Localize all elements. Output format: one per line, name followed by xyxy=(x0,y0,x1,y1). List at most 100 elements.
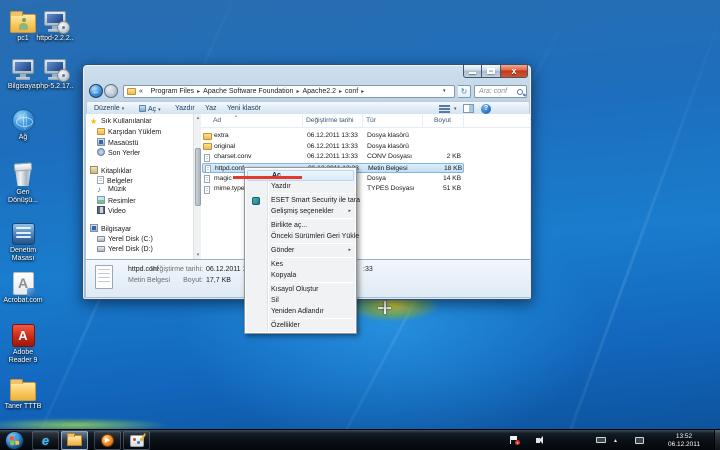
volume-icon[interactable] xyxy=(536,438,540,443)
sidebar-item-desktop[interactable]: Masaüstü xyxy=(97,138,138,147)
search-icon[interactable] xyxy=(517,89,523,95)
sidebar-item-recent-places[interactable]: Son Yerler xyxy=(97,148,140,157)
computer-icon xyxy=(90,224,98,232)
open-button[interactable]: Aç▾ xyxy=(139,105,161,113)
sidebar-section-libraries[interactable]: Kitaplıklar xyxy=(90,166,132,175)
clock-time: 13:52 xyxy=(664,433,704,441)
folder-icon xyxy=(203,143,212,150)
sidebar-item-local-disk-d[interactable]: Yerel Disk (D:) xyxy=(97,245,153,253)
installer-icon xyxy=(43,59,67,81)
views-dropdown-icon[interactable]: ▾ xyxy=(452,105,457,112)
refresh-button[interactable]: ↻ xyxy=(458,85,471,98)
search-input[interactable]: Ara: conf xyxy=(474,85,527,98)
back-button[interactable]: ← xyxy=(89,84,103,98)
file-row-extra[interactable]: extra06.12.2011 13:33Dosya klasörü xyxy=(202,131,464,142)
views-button[interactable] xyxy=(439,105,450,113)
menu-item-restore-previous-versions[interactable]: Önceki Sürümleri Geri Yükle xyxy=(245,231,356,242)
sidebar-item-music[interactable]: ♪Müzik xyxy=(97,186,126,194)
preview-pane-button[interactable] xyxy=(463,104,474,113)
taskbar-clock[interactable]: 13:52 06.12.2011 xyxy=(664,433,704,448)
paint-icon xyxy=(130,435,144,447)
start-button[interactable] xyxy=(5,431,24,450)
menu-item-cut[interactable]: Kes xyxy=(245,259,356,270)
menu-item-create-shortcut[interactable]: Kısayol Oluştur xyxy=(245,284,356,295)
desktop-icon-acrobat-com[interactable]: A Acrobat.com xyxy=(6,268,40,305)
file-icon xyxy=(204,154,210,162)
library-icon xyxy=(90,166,98,174)
desktop-icon-network[interactable]: Ağ xyxy=(6,105,40,142)
breadcrumb-segment[interactable]: conf xyxy=(345,88,358,95)
address-dropdown-icon[interactable]: ▾ xyxy=(443,88,446,94)
details-size-value: 17,7 KB xyxy=(206,277,231,284)
menu-item-delete[interactable]: Sil xyxy=(245,295,356,306)
column-header-date[interactable]: Değiştirme tarihi xyxy=(306,117,353,124)
address-bar[interactable]: « Program Files ▸ Apache Software Founda… xyxy=(123,85,455,98)
search-value: Ara: conf xyxy=(479,88,507,95)
sidebar-item-documents[interactable]: Belgeler xyxy=(97,176,133,185)
desktop-icon-httpd-installer[interactable]: httpd-2.2.2.. xyxy=(38,6,72,43)
menu-item-properties[interactable]: Özellikler xyxy=(245,320,356,331)
taskbar-paint-button[interactable] xyxy=(123,431,150,450)
menu-item-open-with[interactable]: Birlikte aç... xyxy=(245,220,356,231)
menu-item-rename[interactable]: Yeniden Adlandır xyxy=(245,306,356,317)
menu-item-eset-scan[interactable]: ESET Smart Security ile tara xyxy=(245,195,356,206)
keyboard-tray-icon[interactable] xyxy=(596,437,606,443)
breadcrumb-segment[interactable]: Apache2.2 xyxy=(302,88,335,95)
close-button[interactable]: x xyxy=(501,65,528,78)
taskbar-windows-explorer-button[interactable] xyxy=(61,431,88,450)
show-hidden-icons[interactable]: ▲ xyxy=(613,438,618,444)
burn-button[interactable]: Yaz xyxy=(205,105,217,112)
sidebar-item-video[interactable]: Video xyxy=(97,206,126,215)
column-header-type[interactable]: Tür xyxy=(366,117,376,124)
command-bar: Düzenle▾ Aç▾ Yazdır Yaz Yeni klasör ▾ ? xyxy=(86,101,530,115)
desktop-icon-control-panel[interactable]: Denetim Masası xyxy=(6,218,40,262)
action-center-icon[interactable]: x xyxy=(510,436,518,444)
menu-item-advanced-options[interactable]: Gelişmiş seçenekler▸ xyxy=(245,206,356,217)
column-header-size[interactable]: Boyut xyxy=(434,117,451,124)
sidebar-item-pictures[interactable]: Resimler xyxy=(97,196,136,205)
desktop-icon-label: Acrobat.com xyxy=(1,297,45,305)
show-desktop-button[interactable] xyxy=(714,430,720,450)
shared-folder-icon xyxy=(10,14,36,33)
sidebar-section-computer[interactable]: Bilgisayar xyxy=(90,224,131,233)
file-row-original[interactable]: original06.12.2011 13:33Dosya klasörü xyxy=(202,142,464,153)
breadcrumb-segment[interactable]: Program Files xyxy=(151,88,195,95)
help-button[interactable]: ? xyxy=(481,104,491,114)
breadcrumb-overflow[interactable]: « xyxy=(139,88,143,95)
sidebar-item-downloads[interactable]: Karşıdan Yüklem xyxy=(97,128,161,136)
sidebar-section-favorites[interactable]: ★Sık Kullanılanlar xyxy=(90,118,152,126)
taskbar-media-player-button[interactable]: ▶ xyxy=(94,431,121,450)
menu-separator xyxy=(271,257,354,258)
file-icon xyxy=(204,186,210,194)
taskbar-internet-explorer-button[interactable]: e xyxy=(32,431,59,450)
desktop: pc1 httpd-2.2.2.. Bilgisayar php-5.2.17.… xyxy=(0,0,720,450)
internet-explorer-icon: e xyxy=(42,433,49,448)
desktop-icon-label: Adobe Reader 9 xyxy=(1,349,45,364)
forward-button[interactable]: → xyxy=(104,84,118,98)
desktop-icon-label: Denetim Masası xyxy=(6,247,40,262)
network-tray-icon[interactable] xyxy=(635,437,644,444)
maximize-button[interactable] xyxy=(482,65,501,78)
breadcrumb-segment[interactable]: Apache Software Foundation xyxy=(203,88,293,95)
desktop-icon-recycle-bin[interactable]: Geri Dönüşü... xyxy=(6,160,40,204)
minimize-button[interactable] xyxy=(463,65,482,78)
sidebar-scrollbar[interactable]: ▴ ▾ xyxy=(193,114,201,259)
folder-icon xyxy=(203,133,212,140)
desktop-icon-php-installer[interactable]: php-5.2.17.. xyxy=(38,54,72,91)
desktop-icon-adobe-reader[interactable]: A Adobe Reader 9 xyxy=(6,320,40,364)
sidebar-item-local-disk-c[interactable]: Yerel Disk (C:) xyxy=(97,235,153,243)
breadcrumb-separator-icon: ▸ xyxy=(296,88,299,95)
file-row-charset-conv[interactable]: charset.conv06.12.2011 13:33CONV Dosyası… xyxy=(202,152,464,163)
menu-item-print[interactable]: Yazdır xyxy=(245,181,356,192)
breadcrumb-separator-icon: ▸ xyxy=(197,88,200,95)
menu-separator xyxy=(271,193,354,194)
print-button[interactable]: Yazdır xyxy=(175,105,195,112)
acrobat-icon: A xyxy=(13,272,34,295)
menu-item-send-to[interactable]: Gönder▸ xyxy=(245,245,356,256)
desktop-icon-taner-folder[interactable]: Taner TTTB xyxy=(6,374,40,411)
new-folder-button[interactable]: Yeni klasör xyxy=(227,105,261,112)
column-header-name[interactable]: Ad xyxy=(213,117,221,124)
menu-item-copy[interactable]: Kopyala xyxy=(245,270,356,281)
film-icon xyxy=(97,206,105,214)
organize-button[interactable]: Düzenle▾ xyxy=(94,105,124,112)
